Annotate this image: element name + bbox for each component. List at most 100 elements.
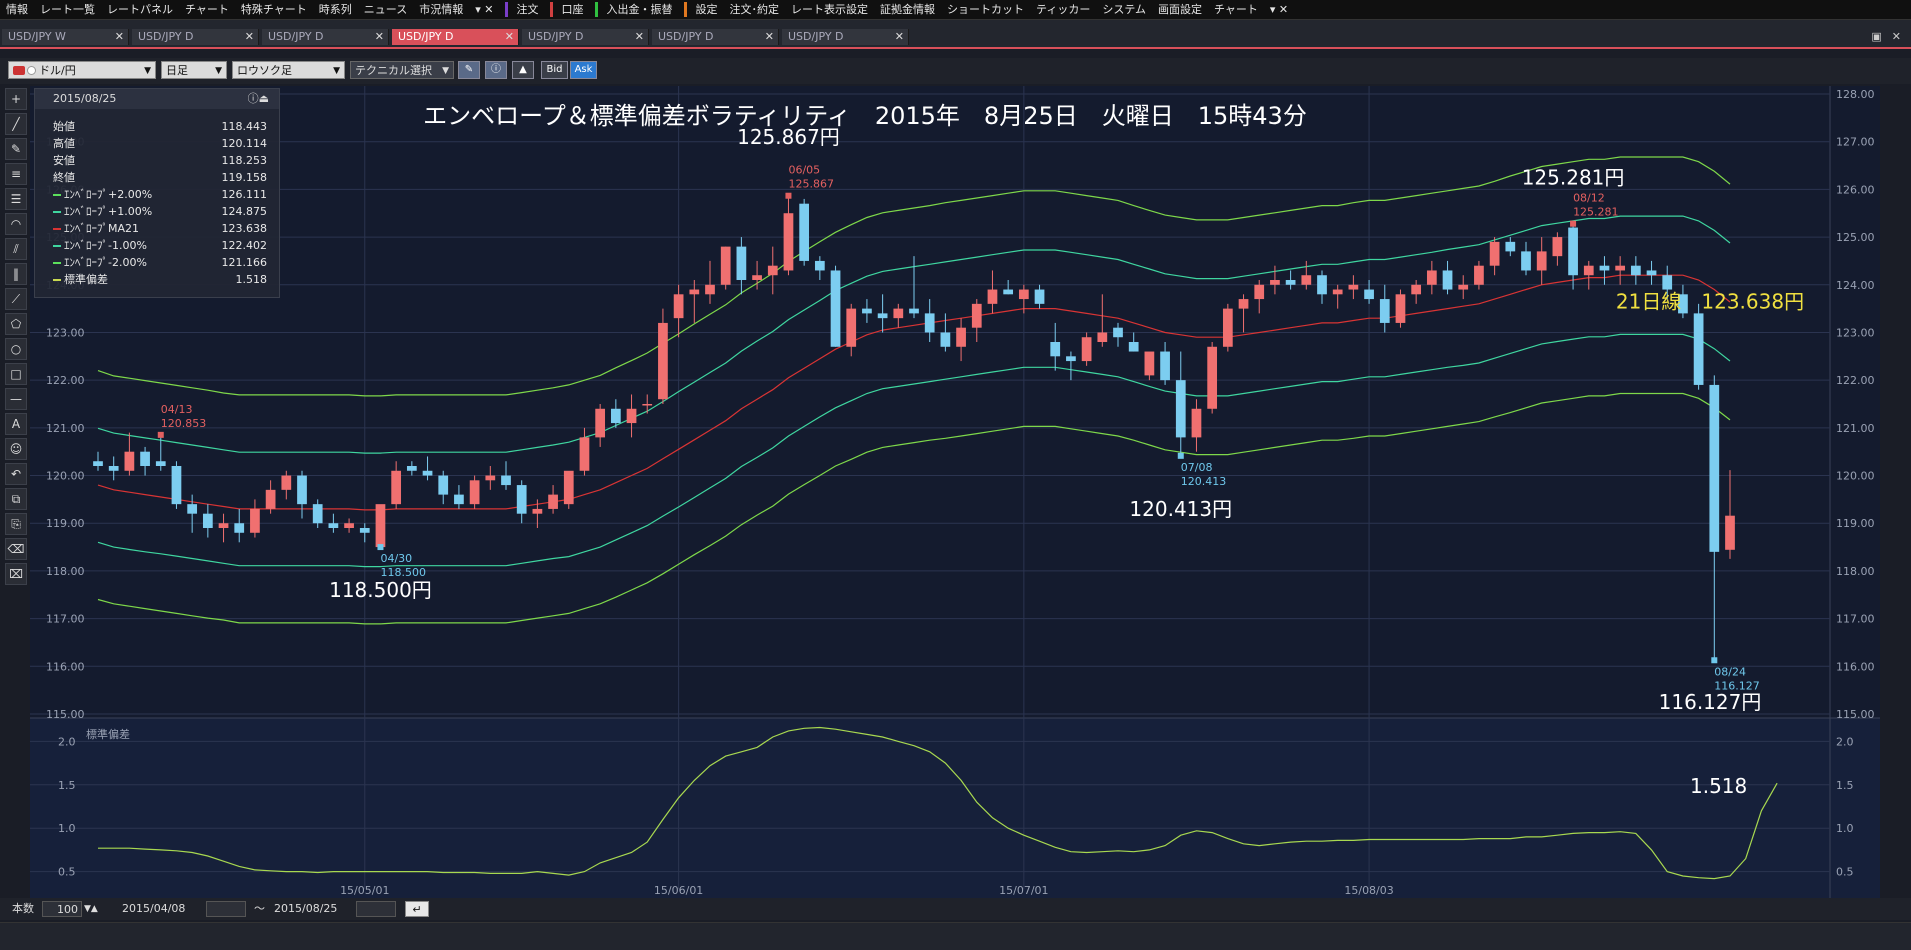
candle-body	[752, 275, 762, 280]
candle-body	[579, 437, 590, 471]
chart-type-button[interactable]: ▲	[512, 61, 534, 79]
fan-tool[interactable]: ◠	[5, 213, 27, 235]
close-tab-icon[interactable]: ✕	[115, 29, 124, 45]
menu-item-13[interactable]: レート表示設定	[785, 0, 874, 19]
close-tab-icon[interactable]: ✕	[895, 29, 904, 45]
apply-range-button[interactable]: ↵	[405, 901, 429, 917]
channel-tool[interactable]: ⫽	[5, 238, 27, 260]
tab-4[interactable]: USD/JPY D ✕	[522, 29, 649, 45]
eraser-tool[interactable]: ⌫	[5, 538, 27, 560]
bid-button[interactable]: Bid	[541, 61, 568, 79]
to-date[interactable]: 2015/08/25	[274, 901, 337, 917]
tab-3[interactable]: USD/JPY D ✕	[392, 29, 519, 45]
maximize-icon[interactable]: ▣	[1871, 30, 1881, 43]
close-tab-icon[interactable]: ✕	[765, 29, 774, 45]
menu-item-6[interactable]: ニュース	[358, 0, 413, 19]
menu-dropdown-close-icon[interactable]: ▾ ✕	[469, 0, 499, 19]
from-time-input[interactable]	[206, 901, 246, 917]
candle-body	[1646, 270, 1657, 276]
line-tool[interactable]: —	[5, 388, 27, 410]
gann-tool[interactable]: ⟋	[5, 288, 27, 310]
stdev-callout: 1.518	[1690, 774, 1747, 798]
menu-item-19[interactable]: チャート	[1208, 0, 1264, 19]
technical-select[interactable]: テクニカル選択 ▼	[350, 61, 454, 79]
menu-item-10[interactable]: 入出金・振替	[600, 0, 678, 19]
stamp-tool[interactable]: ☺	[5, 438, 27, 460]
candle-body	[658, 322, 668, 400]
from-date[interactable]: 2015/04/08	[122, 901, 185, 917]
close-window-icon[interactable]: ✕	[1892, 30, 1901, 43]
period-select[interactable]: 日足 ▼	[161, 61, 227, 79]
y-tick-label: 121.00	[1836, 422, 1875, 435]
trendline-tool[interactable]: ╱	[5, 113, 27, 135]
menu-dropdown-close-icon[interactable]: ▾ ✕	[1264, 0, 1294, 19]
menu-item-17[interactable]: システム	[1096, 0, 1152, 19]
erase-all-tool[interactable]: ⌧	[5, 563, 27, 585]
undo-tool[interactable]: ↶	[5, 463, 27, 485]
pentagon-tool[interactable]: ⬠	[5, 313, 27, 335]
menu-item-11[interactable]: 設定	[689, 0, 723, 19]
eraser-icon: ⌫	[7, 542, 25, 556]
chart-area[interactable]: 128.00128.00127.00127.00126.00126.00125.…	[30, 86, 1880, 898]
close-tab-icon[interactable]: ✕	[375, 29, 384, 45]
crosshair-tool[interactable]: +	[5, 88, 27, 110]
rectangle-tool[interactable]: □	[5, 363, 27, 385]
price-callout: 125.281円	[1522, 166, 1625, 190]
info-label: ｴﾝﾍﾞﾛｰﾌﾟ+2.00%	[64, 188, 153, 201]
candle-body	[1113, 327, 1123, 338]
tab-1[interactable]: USD/JPY D ✕	[132, 29, 259, 45]
ask-button[interactable]: Ask	[570, 61, 597, 79]
pencil-tool[interactable]: ✎	[5, 138, 27, 160]
candle-body	[1568, 227, 1578, 276]
text-tool[interactable]: A	[5, 413, 27, 435]
pen-button[interactable]: ✎	[458, 61, 480, 79]
close-tab-icon[interactable]: ✕	[635, 29, 644, 45]
menu-item-16[interactable]: ティッカー	[1030, 0, 1096, 19]
tab-6[interactable]: USD/JPY D ✕	[782, 29, 909, 45]
menu-item-8[interactable]: 注文	[510, 0, 544, 19]
tab-label: USD/JPY D	[398, 30, 454, 43]
y-tick-label-left: 118.00	[46, 565, 85, 578]
multiline-tool[interactable]: ☰	[5, 188, 27, 210]
y-tick-label: 125.00	[1836, 231, 1875, 244]
info-toggle-icon[interactable]: ⓘ⏏	[248, 89, 269, 109]
circle-tool[interactable]: ○	[5, 338, 27, 360]
menu-item-3[interactable]: チャート	[179, 0, 235, 19]
info-row: ｴﾝﾍﾞﾛｰﾌﾟ-2.00% 121.166	[53, 254, 271, 271]
menu-item-4[interactable]: 特殊チャート	[235, 0, 313, 19]
chart-style-select[interactable]: ロウソク足 ▼	[232, 61, 345, 79]
menu-item-2[interactable]: レートパネル	[101, 0, 179, 19]
to-time-input[interactable]	[356, 901, 396, 917]
candle-body	[1474, 265, 1484, 285]
menu-item-5[interactable]: 時系列	[313, 0, 358, 19]
count-input[interactable]: 100	[42, 901, 82, 917]
tab-0[interactable]: USD/JPY W ✕	[2, 29, 129, 45]
hline-tool[interactable]: ≡	[5, 163, 27, 185]
pair-select[interactable]: ドル/円 ▼	[8, 61, 156, 79]
menu-item-15[interactable]: ショートカット	[941, 0, 1030, 19]
menu-item-12[interactable]: 注文･約定	[723, 0, 785, 19]
menu-item-1[interactable]: レート一覧	[34, 0, 101, 19]
count-stepper[interactable]: ▼▲	[84, 901, 98, 917]
close-tab-icon[interactable]: ✕	[505, 29, 514, 45]
info-label: ｴﾝﾍﾞﾛｰﾌﾟ-2.00%	[64, 256, 147, 269]
stdev-tick-label: 2.0	[1836, 735, 1854, 748]
candle-body	[501, 475, 511, 486]
paste-tool[interactable]: ⎘	[5, 513, 27, 535]
candle-body	[814, 260, 825, 271]
menu-item-0[interactable]: 情報	[0, 0, 34, 19]
menu-item-9[interactable]: 口座	[555, 0, 589, 19]
close-tab-icon[interactable]: ✕	[245, 29, 254, 45]
vline-tool[interactable]: ‖	[5, 263, 27, 285]
tab-2[interactable]: USD/JPY D ✕	[262, 29, 389, 45]
y-tick-label-left: 120.00	[46, 470, 85, 483]
candle-body	[799, 203, 810, 261]
copy-tool[interactable]: ⧉	[5, 488, 27, 510]
menu-item-7[interactable]: 市況情報	[413, 0, 469, 19]
candle-body	[705, 284, 715, 295]
tab-5[interactable]: USD/JPY D ✕	[652, 29, 779, 45]
info-button[interactable]: ⓘ	[485, 61, 507, 79]
price-chart[interactable]: 128.00128.00127.00127.00126.00126.00125.…	[30, 86, 1880, 898]
menu-item-14[interactable]: 証拠金情報	[874, 0, 941, 19]
menu-item-18[interactable]: 画面設定	[1152, 0, 1208, 19]
